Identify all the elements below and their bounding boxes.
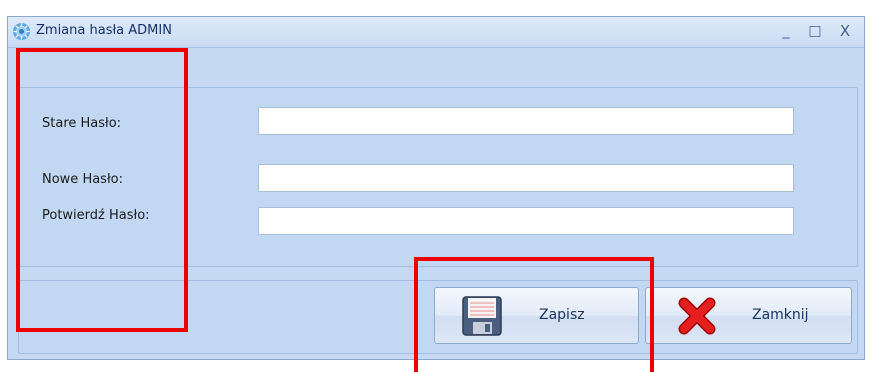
maximize-button[interactable]: □ — [805, 21, 825, 41]
confirm-password-label: Potwierdź Hasło: — [42, 208, 150, 223]
minimize-button[interactable]: _ — [776, 21, 796, 41]
confirm-password-input[interactable] — [258, 207, 794, 235]
save-button-label: Zapisz — [539, 307, 585, 323]
close-window-button[interactable]: X — [835, 21, 855, 41]
close-button-label: Zamknij — [752, 307, 809, 323]
gear-app-icon — [12, 22, 31, 41]
floppy-disk-icon — [462, 296, 502, 336]
title-bar[interactable]: Zmiana hasła ADMIN _ □ X — [8, 17, 864, 48]
red-x-icon — [678, 297, 716, 335]
save-button[interactable]: Zapisz — [434, 287, 639, 344]
new-password-label: Nowe Hasło: — [42, 172, 123, 187]
window-title: Zmiana hasła ADMIN — [36, 23, 172, 38]
close-button[interactable]: Zamknij — [645, 287, 852, 344]
new-password-input[interactable] — [258, 164, 794, 192]
old-password-input[interactable] — [258, 107, 794, 135]
password-change-window: Zmiana hasła ADMIN _ □ X Stare Hasło: No… — [7, 16, 865, 360]
old-password-label: Stare Hasło: — [42, 116, 122, 131]
